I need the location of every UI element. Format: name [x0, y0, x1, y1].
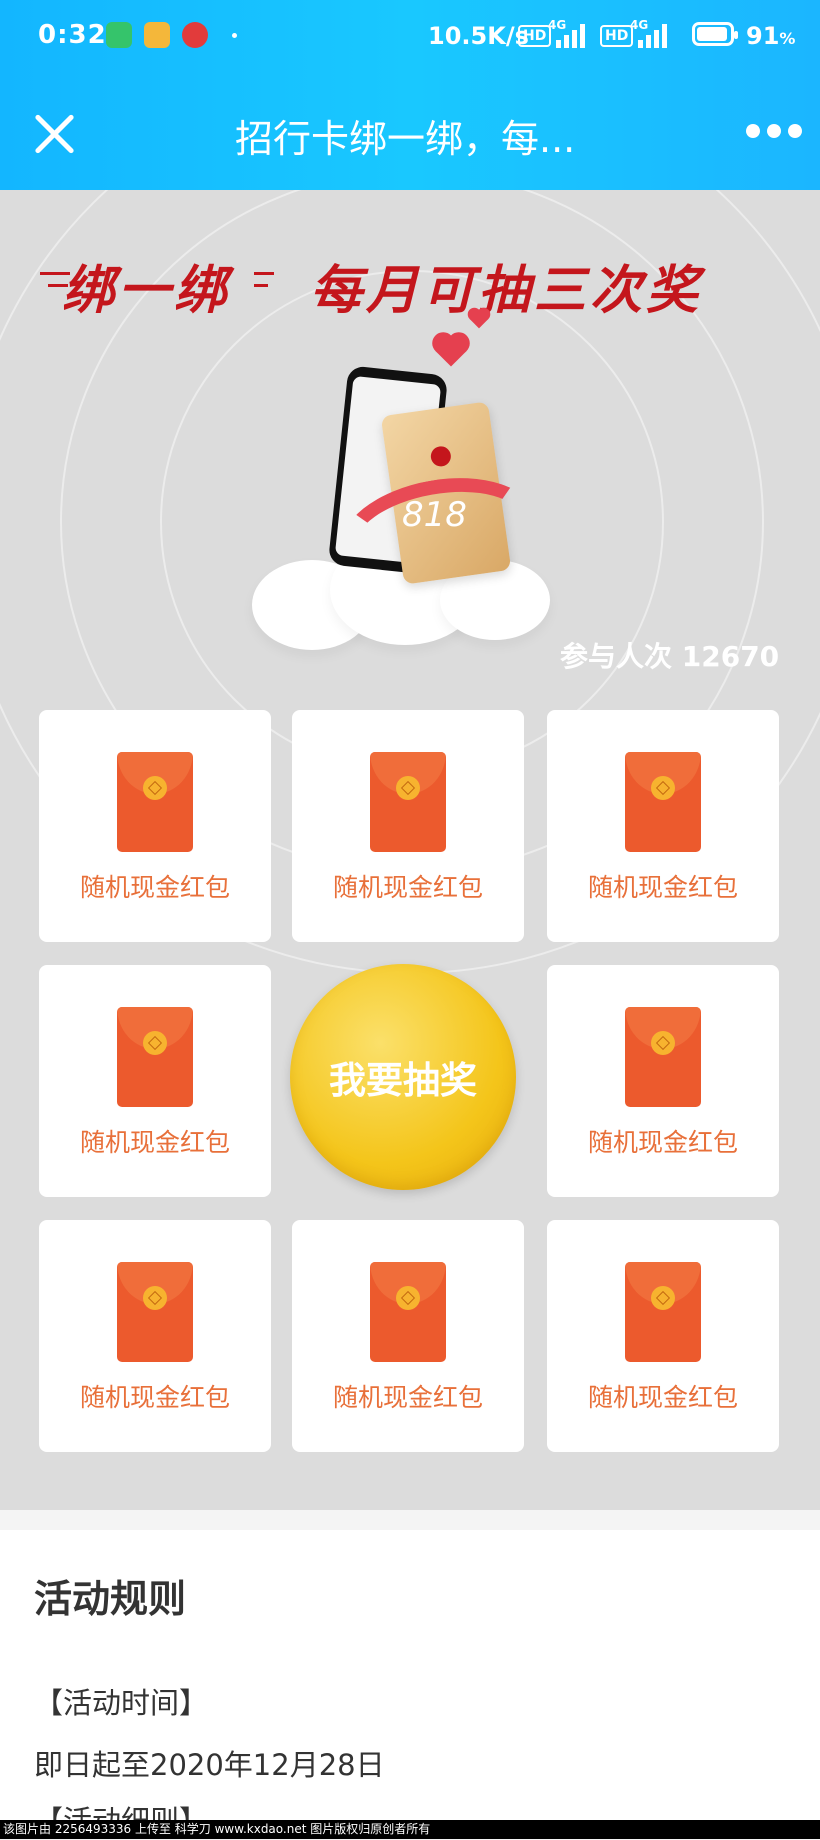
more-icon[interactable]: [746, 124, 802, 138]
red-envelope-icon: [625, 1262, 701, 1362]
headline-draw-three: 每月可抽三次奖: [310, 261, 703, 321]
prize-label: 随机现金红包: [79, 873, 230, 902]
draw-lottery-label: 我要抽奖: [329, 1059, 477, 1102]
prize-cell[interactable]: 随机现金红包: [547, 965, 779, 1197]
network-speed: 10.5K/s: [428, 22, 529, 50]
prize-label: 随机现金红包: [79, 1128, 230, 1157]
headline-bind: 绑一绑: [62, 261, 231, 321]
prize-cell[interactable]: 随机现金红包: [39, 965, 271, 1197]
draw-lottery-button[interactable]: 我要抽奖: [290, 964, 516, 1190]
rules-title: 活动规则: [34, 1577, 187, 1621]
page-title: 招行卡绑一绑，每...: [235, 117, 576, 161]
shield-notification-icon: [106, 22, 132, 48]
prize-label: 随机现金红包: [587, 1383, 738, 1412]
lottery-section: 绑一绑 每月可抽三次奖 818 参与人次 12670 随机现金红包 随机现金红包…: [0, 190, 820, 1510]
top-bar: 0:32 10.5K/s HD 4G HD 4G 91% 招行卡绑一绑，每...: [0, 0, 820, 190]
prize-cell[interactable]: 随机现金红包: [292, 710, 524, 942]
speed-line: [254, 272, 274, 275]
red-envelope-icon: [625, 1007, 701, 1107]
status-time: 0:32: [38, 20, 107, 50]
battery-percent: 91%: [746, 22, 796, 50]
prize-label: 随机现金红包: [332, 873, 483, 902]
hd-voice-icon: HD: [518, 25, 552, 47]
status-bar: 0:32 10.5K/s HD 4G HD 4G 91%: [0, 0, 820, 72]
prize-cell[interactable]: 随机现金红包: [39, 1220, 271, 1452]
prize-cell[interactable]: 随机现金红包: [39, 710, 271, 942]
more-notifications-dot-icon: [232, 33, 237, 38]
rules-time-value: 即日起至2020年12月28日: [34, 1748, 385, 1782]
watermark-footer: 该图片由 2256493336 上传至 科学刀 www.kxdao.net 图片…: [0, 1820, 820, 1839]
prize-label: 随机现金红包: [587, 873, 738, 902]
bank-notification-icon: [182, 22, 208, 48]
red-envelope-icon: [370, 1262, 446, 1362]
prize-cell[interactable]: 随机现金红包: [547, 1220, 779, 1452]
signal-icon-2: [638, 22, 678, 48]
hd-voice-icon-2: HD: [600, 25, 634, 47]
speed-line: [254, 284, 268, 287]
ribbon-818: 818: [402, 495, 467, 535]
app-notification-icon: [144, 22, 170, 48]
red-envelope-icon: [117, 1262, 193, 1362]
prize-label: 随机现金红包: [79, 1383, 230, 1412]
battery-icon: [692, 22, 738, 46]
red-envelope-icon: [117, 752, 193, 852]
red-envelope-icon: [370, 752, 446, 852]
prize-label: 随机现金红包: [332, 1383, 483, 1412]
signal-icon: [556, 22, 596, 48]
participants-count: 参与人次 12670: [560, 640, 780, 673]
red-envelope-icon: [117, 1007, 193, 1107]
red-envelope-icon: [625, 752, 701, 852]
rules-section: 活动规则 【活动时间】 即日起至2020年12月28日 【活动细则】: [0, 1530, 820, 1838]
prize-label: 随机现金红包: [587, 1128, 738, 1157]
rules-time-heading: 【活动时间】: [34, 1686, 209, 1720]
close-icon[interactable]: [30, 110, 78, 158]
prize-cell[interactable]: 随机现金红包: [292, 1220, 524, 1452]
prize-cell[interactable]: 随机现金红包: [547, 710, 779, 942]
